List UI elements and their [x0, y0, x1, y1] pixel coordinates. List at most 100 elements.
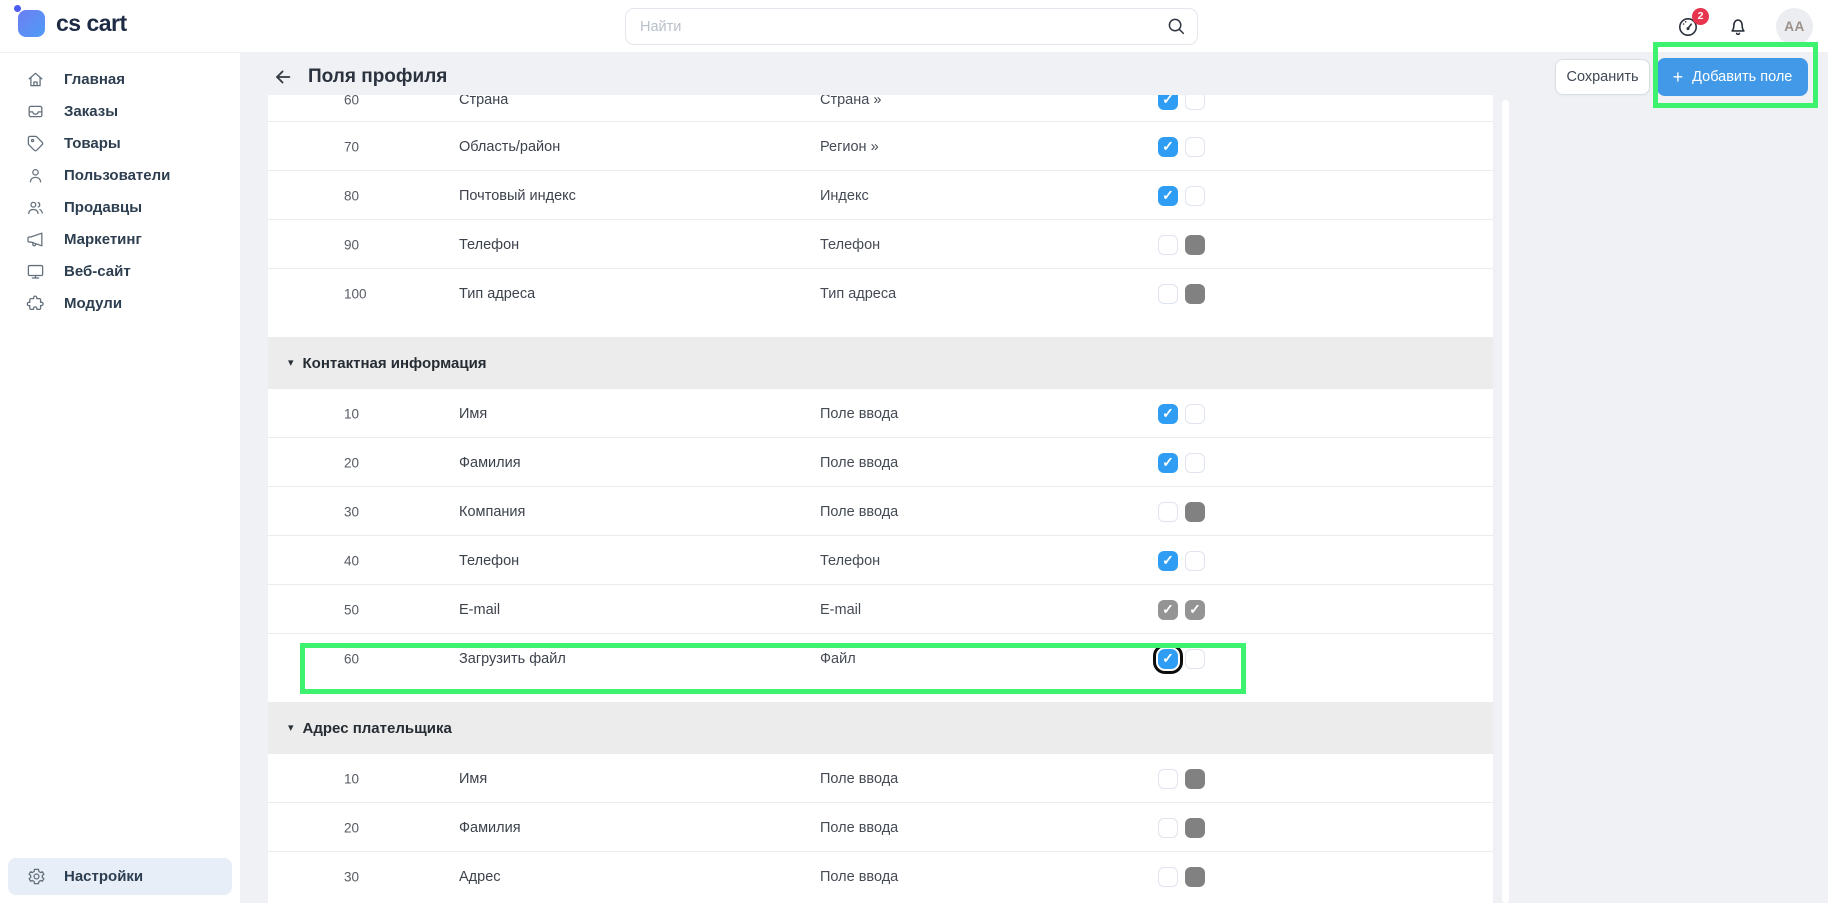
table-row: 100 Тип адреса Тип адреса — [268, 269, 1493, 318]
row-position: 100 — [344, 286, 367, 301]
sidebar-item-website[interactable]: Веб-сайт — [0, 255, 240, 287]
checkbox-1[interactable] — [1158, 284, 1178, 304]
megaphone-icon — [26, 230, 45, 249]
row-checkboxes — [1158, 235, 1205, 255]
table-row-upload-file: 60Загрузить файлФайл — [268, 634, 1493, 683]
logo-dot-icon — [14, 5, 21, 12]
bell-icon[interactable] — [1726, 15, 1750, 39]
checkbox-2[interactable] — [1185, 551, 1205, 571]
row-name[interactable]: Имя — [459, 771, 487, 787]
page-title: Поля профиля — [308, 66, 447, 88]
sidebar-item-orders[interactable]: Заказы — [0, 95, 240, 127]
row-checkboxes — [1158, 404, 1205, 424]
row-name[interactable]: Фамилия — [459, 455, 521, 471]
collapse-triangle-icon: ▾ — [288, 358, 294, 369]
page-header: Поля профиля Сохранить + Добавить поле — [240, 53, 1828, 100]
row-position: 70 — [344, 139, 359, 154]
sidebar-item-vendors[interactable]: Продавцы — [0, 191, 240, 223]
row-name[interactable]: Телефон — [459, 237, 519, 253]
row-type: Поле ввода — [820, 820, 898, 836]
checkbox-1[interactable] — [1158, 769, 1178, 789]
back-arrow-icon[interactable] — [272, 66, 294, 88]
checkbox-2[interactable] — [1185, 137, 1205, 157]
checkbox-1[interactable] — [1158, 137, 1178, 157]
checkbox-2[interactable] — [1185, 453, 1205, 473]
home-icon — [26, 70, 45, 89]
row-name[interactable]: Компания — [459, 504, 525, 520]
checkbox-2[interactable] — [1185, 186, 1205, 206]
row-name[interactable]: Телефон — [459, 553, 519, 569]
row-position: 20 — [344, 455, 359, 470]
checkbox-1[interactable] — [1158, 867, 1178, 887]
checkbox-1[interactable] — [1158, 502, 1178, 522]
sidebar-item-users[interactable]: Пользователи — [0, 159, 240, 191]
checkbox-1[interactable] — [1158, 95, 1178, 110]
sidebar-item-label: Модули — [64, 295, 122, 312]
performance-gauge-icon[interactable]: 2 — [1676, 15, 1700, 39]
table-row: 40ТелефонТелефон — [268, 536, 1493, 585]
cs-cart-logo[interactable]: cs cart — [18, 10, 127, 37]
scrollbar-track[interactable] — [1502, 100, 1509, 903]
row-name[interactable]: Почтовый индекс — [459, 188, 576, 204]
section-title: Контактная информация — [303, 355, 487, 372]
avatar[interactable]: AA — [1776, 8, 1813, 45]
search-input[interactable] — [625, 8, 1198, 45]
collapse-triangle-icon: ▾ — [288, 723, 294, 734]
row-name[interactable]: E-mail — [459, 602, 500, 618]
row-position: 30 — [344, 504, 359, 519]
table-row: 30АдресПоле ввода — [268, 852, 1493, 901]
checkbox-1[interactable] — [1158, 551, 1178, 571]
sidebar-item-marketing[interactable]: Маркетинг — [0, 223, 240, 255]
sidebar-item-modules[interactable]: Модули — [0, 287, 240, 319]
sidebar-item-home[interactable]: Главная — [0, 63, 240, 95]
section-header[interactable]: ▾Адрес плательщика — [268, 702, 1493, 754]
row-checkboxes — [1158, 867, 1205, 887]
checkbox-1[interactable] — [1158, 235, 1178, 255]
topbar-actions: 2 AA — [1676, 0, 1813, 53]
cs-cart-logo-icon — [18, 10, 45, 37]
table-row: 80Почтовый индексИндекс — [268, 171, 1493, 220]
section-header[interactable]: ▾ Контактная информация — [268, 337, 1493, 389]
row-checkboxes — [1158, 502, 1205, 522]
row-checkboxes — [1158, 186, 1205, 206]
puzzle-icon — [26, 294, 45, 313]
checkbox-1[interactable] — [1158, 453, 1178, 473]
checkbox-2[interactable] — [1185, 95, 1205, 110]
add-field-button[interactable]: + Добавить поле — [1657, 58, 1808, 96]
checkbox-2 — [1185, 284, 1205, 304]
sidebar-nav: ГлавнаяЗаказыТоварыПользователиПродавцыМ… — [0, 53, 240, 319]
sidebar-item-settings[interactable]: Настройки — [8, 858, 232, 895]
table-row: 20ФамилияПоле ввода — [268, 803, 1493, 852]
row-position: 90 — [344, 237, 359, 252]
row-name[interactable]: Адрес — [459, 869, 501, 885]
checkbox-2[interactable] — [1185, 404, 1205, 424]
row-checkboxes — [1158, 137, 1205, 157]
checkbox-1[interactable] — [1158, 649, 1178, 669]
topbar: cs cart 2 AA — [0, 0, 1828, 53]
row-position: 10 — [344, 406, 359, 421]
plus-icon: + — [1673, 68, 1684, 86]
row-position: 30 — [344, 869, 359, 884]
search-icon[interactable] — [1165, 15, 1187, 37]
row-name[interactable]: Область/район — [459, 139, 560, 155]
checkbox-2 — [1185, 235, 1205, 255]
checkbox-1[interactable] — [1158, 404, 1178, 424]
row-name[interactable]: Тип адреса — [459, 286, 535, 302]
row-name[interactable]: Имя — [459, 406, 487, 422]
sidebar-item-products[interactable]: Товары — [0, 127, 240, 159]
row-name[interactable]: Загрузить файл — [459, 651, 566, 667]
save-button[interactable]: Сохранить — [1555, 59, 1650, 95]
row-type: Тип адреса — [820, 286, 896, 302]
checkbox-2 — [1185, 769, 1205, 789]
checkbox-1[interactable] — [1158, 186, 1178, 206]
row-name[interactable]: Страна — [459, 95, 508, 108]
checkbox-2[interactable] — [1185, 649, 1205, 669]
row-checkboxes — [1158, 818, 1205, 838]
checkbox-1[interactable] — [1158, 818, 1178, 838]
sidebar-item-label: Пользователи — [64, 167, 170, 184]
row-name[interactable]: Фамилия — [459, 820, 521, 836]
section-gap — [268, 318, 1493, 337]
row-checkboxes — [1158, 769, 1205, 789]
row-type: Файл — [820, 651, 856, 667]
table-row: 30КомпанияПоле ввода — [268, 487, 1493, 536]
